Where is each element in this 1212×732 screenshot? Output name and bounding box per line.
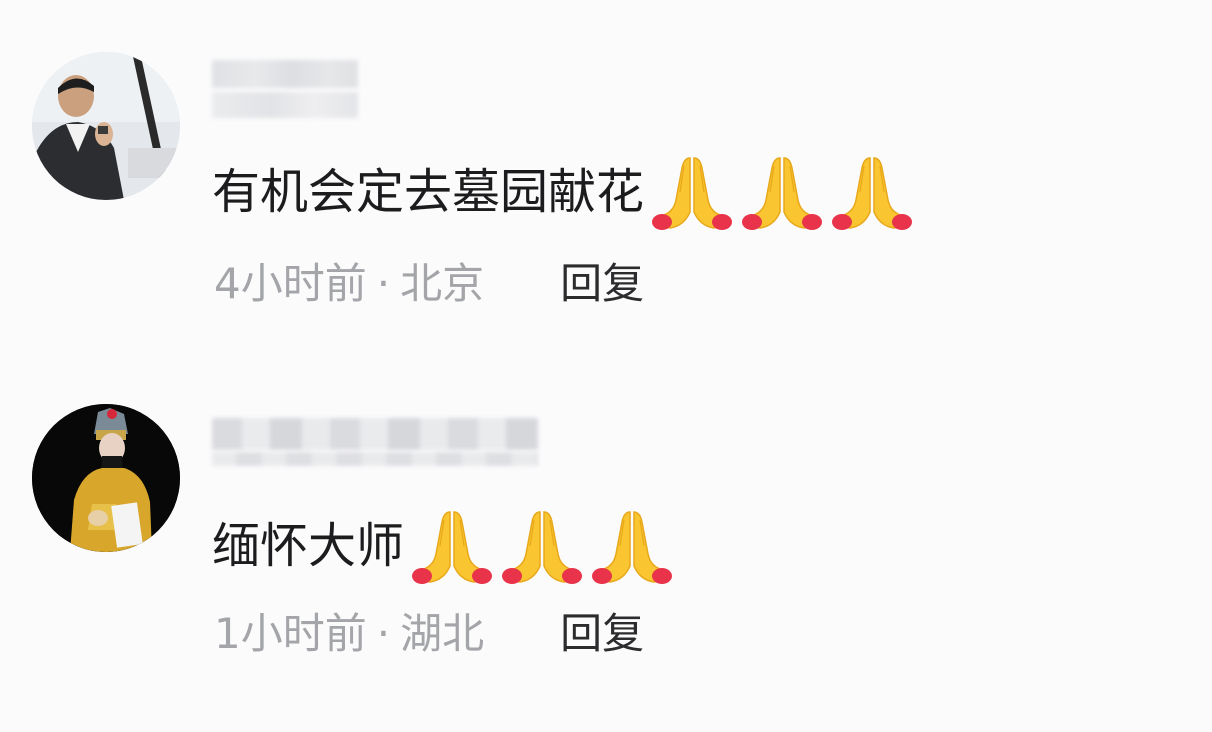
pray-icon <box>592 511 673 584</box>
blurred-username <box>212 92 358 118</box>
pray-icon <box>502 511 583 584</box>
comment-item: 缅怀大师 1小时前 · 湖北 回复 <box>0 360 1212 732</box>
user-avatar[interactable] <box>32 52 180 200</box>
user-avatar[interactable] <box>32 404 180 552</box>
comment-body: 缅怀大师 <box>212 518 405 574</box>
comment-meta: 4小时前 · 北京 回复 <box>214 256 644 312</box>
avatar-photo <box>32 404 180 552</box>
comment-location: 北京 <box>400 259 485 308</box>
comment-text: 缅怀大师 <box>212 506 680 586</box>
reply-button[interactable]: 回复 <box>560 606 644 662</box>
comment-body: 有机会定去墓园献花 <box>212 164 645 220</box>
reply-button[interactable]: 回复 <box>560 256 644 312</box>
comment-text: 有机会定去墓园献花 <box>212 152 920 232</box>
emoji-group <box>650 152 920 232</box>
blurred-username <box>212 60 358 88</box>
comment-item: 有机会定去墓园献花 4小时前 · 北京 回复 <box>0 0 1212 360</box>
pray-icon <box>742 157 823 230</box>
meta-separator: · <box>376 609 391 658</box>
comment-meta: 1小时前 · 湖北 回复 <box>214 606 644 662</box>
comment-time: 1小时前 <box>214 609 367 658</box>
pray-icon <box>652 157 733 230</box>
meta-separator: · <box>376 259 391 308</box>
pray-icon <box>412 511 493 584</box>
pray-icon <box>832 157 913 230</box>
emoji-group <box>410 506 680 586</box>
comment-location: 湖北 <box>400 609 485 658</box>
avatar-photo <box>32 52 180 200</box>
comment-time: 4小时前 <box>214 259 367 308</box>
blurred-username <box>212 418 538 450</box>
comment-list: 有机会定去墓园献花 4小时前 · 北京 回复 缅怀大师 1小时前 · 湖北 回复 <box>0 0 1212 732</box>
blurred-username <box>212 452 538 466</box>
